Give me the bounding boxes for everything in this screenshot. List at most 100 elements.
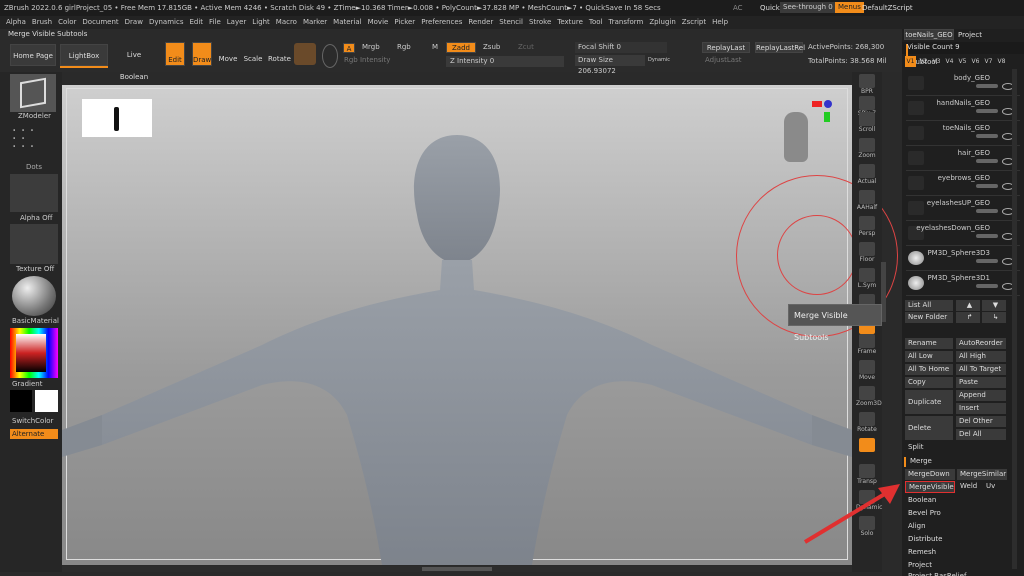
zadd-button[interactable]: Zadd	[446, 42, 476, 53]
menu-draw[interactable]: Draw	[125, 16, 143, 29]
z-intensity-slider[interactable]: Z Intensity 0	[446, 56, 564, 67]
subtool-item[interactable]: PM3D_Sphere3D1	[906, 273, 1020, 296]
adjust-last-slider[interactable]: AdjustLast	[705, 56, 741, 64]
list-all-button[interactable]: List All	[905, 300, 953, 311]
duplicate-button[interactable]: Duplicate	[905, 390, 953, 414]
menu-macro[interactable]: Macro	[276, 16, 297, 29]
menu-light[interactable]: Light	[252, 16, 269, 29]
material-sphere-icon[interactable]	[12, 276, 56, 316]
texture-thumbnail[interactable]	[10, 224, 58, 264]
version-tab-v3[interactable]: V3	[931, 56, 942, 67]
script-label[interactable]: DefaultZScript	[862, 0, 913, 16]
subtool-item[interactable]: eyelashesDown_GEO	[906, 223, 1020, 246]
delete-button[interactable]: Delete	[905, 416, 953, 440]
autoreorder-button[interactable]: AutoReorder	[956, 338, 1006, 349]
switch-color-label[interactable]: SwitchColor	[12, 417, 53, 425]
shelf-button-item-15[interactable]	[856, 438, 878, 464]
subtool-item[interactable]: body_GEO	[906, 73, 1020, 96]
model-figure[interactable]	[62, 85, 852, 565]
version-tab-v4[interactable]: V4	[944, 56, 955, 67]
version-tab-v8[interactable]: V8	[996, 56, 1007, 67]
shelf-button-move[interactable]: Move	[856, 360, 878, 386]
menu-picker[interactable]: Picker	[394, 16, 415, 29]
menu-alpha[interactable]: Alpha	[6, 16, 26, 29]
shelf-button-frame[interactable]: Frame	[856, 334, 878, 360]
remesh-header[interactable]: Remesh	[905, 547, 1006, 558]
live-boolean-button[interactable]: Live Boolean	[112, 44, 156, 81]
subtool-toggle-icon[interactable]	[976, 259, 998, 263]
replay-last-button[interactable]: ReplayLast	[702, 42, 750, 53]
bottom-scrollbar[interactable]	[62, 566, 852, 572]
distribute-header[interactable]: Distribute	[905, 534, 1006, 545]
project-header[interactable]: Project	[905, 560, 1006, 571]
subtool-toggle-icon[interactable]	[976, 284, 998, 288]
shelf-button-rotate[interactable]: Rotate	[856, 412, 878, 438]
split-button[interactable]: Split	[905, 442, 1006, 453]
menu-zscript[interactable]: Zscript	[682, 16, 706, 29]
menu-document[interactable]: Document	[82, 16, 118, 29]
draw-button[interactable]: Draw	[192, 42, 212, 66]
menu-texture[interactable]: Texture	[557, 16, 583, 29]
secondary-color-swatch[interactable]	[35, 390, 58, 412]
subtool-toggle-icon[interactable]	[976, 184, 998, 188]
menu-color[interactable]: Color	[58, 16, 76, 29]
menu-material[interactable]: Material	[333, 16, 361, 29]
menu-marker[interactable]: Marker	[303, 16, 327, 29]
visible-count[interactable]: Visible Count 9	[907, 43, 960, 51]
dots-stroke-icon[interactable]: · · · · · · · ·	[12, 124, 52, 161]
append-button[interactable]: Append	[956, 390, 1006, 401]
subtool-item[interactable]: eyelashesUP_GEO	[906, 198, 1020, 221]
menu-edit[interactable]: Edit	[189, 16, 203, 29]
zcut-button[interactable]: Zcut	[518, 43, 534, 51]
zmodeler-brush-icon[interactable]	[10, 74, 56, 112]
menu-file[interactable]: File	[209, 16, 221, 29]
menu-transform[interactable]: Transform	[609, 16, 644, 29]
focal-shift-slider[interactable]: Focal Shift 0	[575, 42, 667, 53]
draw-size-slider[interactable]: Draw Size 206.93072	[575, 55, 645, 75]
uv-toggle[interactable]: Uv	[983, 481, 1007, 492]
merge-similar-button[interactable]: MergeSimilar	[957, 469, 1007, 480]
alpha-thumbnail[interactable]	[10, 174, 58, 212]
subtool-item[interactable]: eyebrows_GEO	[906, 173, 1020, 196]
menu-help[interactable]: Help	[712, 16, 728, 29]
merge-down-button[interactable]: MergeDown	[905, 469, 955, 480]
mrgb-button[interactable]: Mrgb	[362, 43, 380, 51]
weld-toggle[interactable]: Weld	[957, 481, 981, 492]
menu-preferences[interactable]: Preferences	[421, 16, 462, 29]
del-other-button[interactable]: Del Other	[956, 416, 1006, 427]
subtool-toggle-icon[interactable]	[976, 209, 998, 213]
menu-stroke[interactable]: Stroke	[529, 16, 551, 29]
version-tab-v6[interactable]: V6	[970, 56, 981, 67]
subtool-item[interactable]: toeNails_GEO	[906, 123, 1020, 146]
menu-brush[interactable]: Brush	[32, 16, 52, 29]
copy-button[interactable]: Copy	[905, 377, 953, 388]
rgb-intensity-slider[interactable]: Rgb Intensity	[344, 56, 390, 64]
all-to-home-button[interactable]: All To Home	[905, 364, 953, 375]
move-up-icon[interactable]: ↱	[956, 312, 980, 323]
subtool-item[interactable]: PM3D_Sphere3D3	[906, 248, 1020, 271]
menu-render[interactable]: Render	[468, 16, 493, 29]
move-button[interactable]: Move	[218, 42, 238, 66]
bevel-pro-header[interactable]: Bevel Pro	[905, 508, 1006, 519]
color-picker[interactable]	[10, 328, 58, 378]
version-tab-v2[interactable]: V2	[918, 56, 929, 67]
current-tool-name[interactable]: toeNails_GEO	[904, 29, 954, 40]
boolean-header[interactable]: Boolean	[905, 495, 1006, 506]
subtool-item[interactable]: handNails_GEO	[906, 98, 1020, 121]
m-button[interactable]: M	[432, 43, 438, 51]
edit-button[interactable]: Edit	[165, 42, 185, 66]
dynamic-toggle[interactable]: Dynamic	[648, 57, 670, 63]
menu-dynamics[interactable]: Dynamics	[149, 16, 184, 29]
version-tab-v1[interactable]: V1	[905, 56, 916, 67]
menu-tool[interactable]: Tool	[589, 16, 603, 29]
move-down-icon[interactable]: ↳	[982, 312, 1006, 323]
version-tab-v5[interactable]: V5	[957, 56, 968, 67]
palette-scrollbar[interactable]	[1012, 69, 1017, 569]
all-low-button[interactable]: All Low	[905, 351, 953, 362]
menu-layer[interactable]: Layer	[227, 16, 247, 29]
alternate-button[interactable]: Alternate	[10, 429, 58, 439]
rename-button[interactable]: Rename	[905, 338, 953, 349]
subtool-toggle-icon[interactable]	[976, 159, 998, 163]
brush-icon[interactable]	[294, 43, 316, 65]
subtool-toggle-icon[interactable]	[976, 109, 998, 113]
